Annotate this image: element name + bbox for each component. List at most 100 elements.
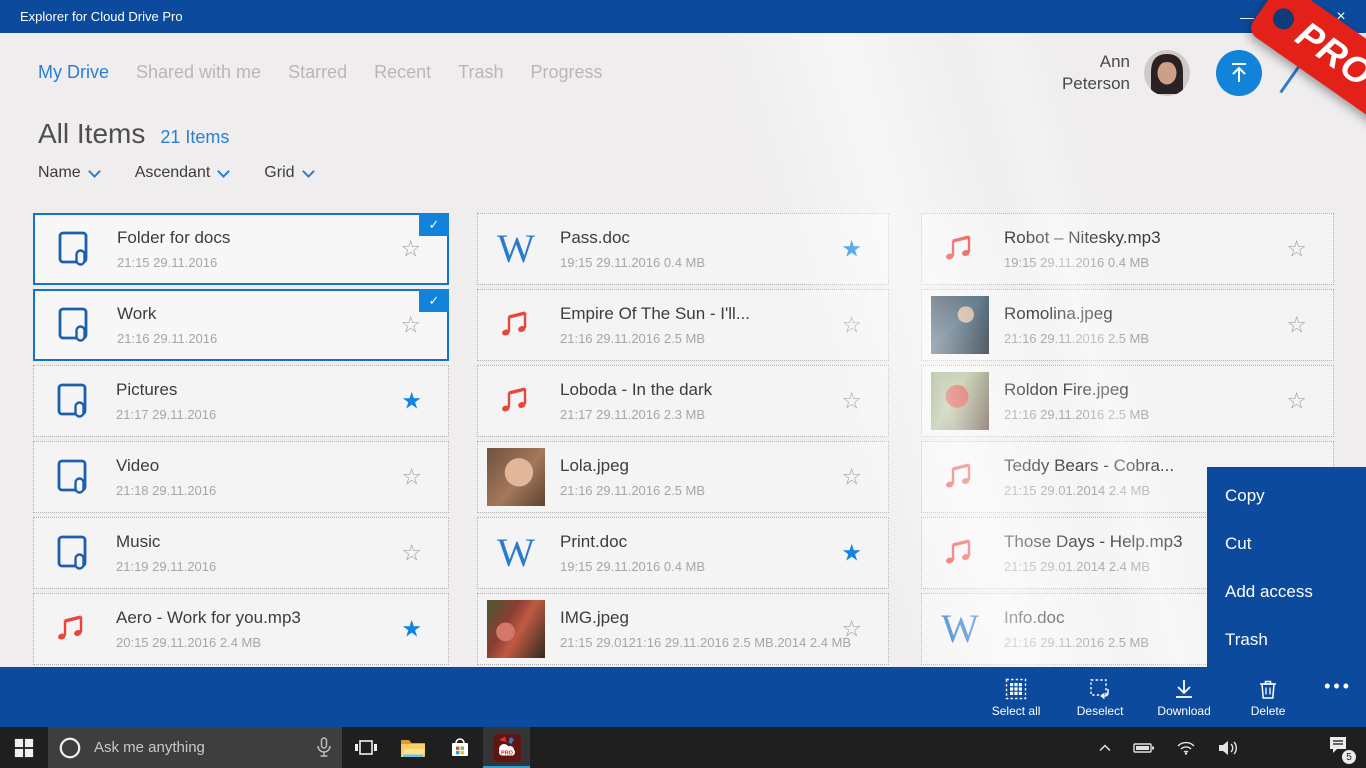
menu-item-add-access[interactable]: Add access — [1207, 568, 1366, 616]
file-name: Robot – Nitesky.mp3 — [1004, 228, 1333, 248]
star-icon[interactable]: ☆ — [1286, 314, 1307, 337]
file-explorer-button[interactable] — [389, 727, 436, 768]
star-icon[interactable]: ☆ — [400, 314, 421, 337]
menu-item-copy[interactable]: Copy — [1207, 472, 1366, 520]
more-button[interactable]: ••• — [1324, 676, 1352, 697]
battery-icon[interactable] — [1133, 740, 1155, 756]
cortana-search-box[interactable] — [48, 727, 342, 768]
word-icon: W — [931, 599, 989, 659]
photo-romolina — [931, 295, 989, 355]
file-meta: 21:15 29.11.2016 — [117, 255, 447, 270]
star-icon[interactable]: ★ — [401, 390, 422, 413]
tab-progress[interactable]: Progress — [530, 62, 602, 83]
store-button[interactable] — [436, 727, 483, 768]
folder-icon — [43, 447, 101, 507]
page-title: All Items — [38, 118, 145, 150]
delete-button[interactable]: Delete — [1238, 677, 1298, 718]
file-card[interactable]: W Pass.doc 19:15 29.11.2016 0.4 MB ★ ✓ — [477, 213, 889, 285]
volume-icon[interactable] — [1217, 739, 1239, 757]
file-meta: 19:15 29.11.2016 0.4 MB — [560, 255, 888, 270]
file-text: Music 21:19 29.11.2016 — [116, 532, 448, 574]
avatar[interactable] — [1144, 50, 1190, 96]
deselect-button[interactable]: Deselect — [1070, 677, 1130, 718]
folder-explorer-icon — [399, 736, 427, 760]
star-icon[interactable]: ★ — [401, 618, 422, 641]
star-icon[interactable]: ☆ — [841, 466, 862, 489]
file-grid: Folder for docs 21:15 29.11.2016 ☆ ✓ Wor… — [33, 213, 1334, 665]
star-icon[interactable]: ☆ — [841, 618, 862, 641]
sort-order-dropdown[interactable]: Ascendant — [135, 164, 229, 182]
menu-item-trash[interactable]: Trash — [1207, 616, 1366, 664]
file-text: Pictures 21:17 29.11.2016 — [116, 380, 448, 422]
photo-thumbnail — [931, 296, 989, 354]
photo-thumbnail — [931, 372, 989, 430]
star-icon[interactable]: ☆ — [841, 314, 862, 337]
star-icon[interactable]: ★ — [841, 238, 862, 261]
star-icon[interactable]: ☆ — [1286, 238, 1307, 261]
file-card[interactable]: Music 21:19 29.11.2016 ☆ ✓ — [33, 517, 449, 589]
view-mode-dropdown[interactable]: Grid — [264, 164, 312, 182]
file-text: Aero - Work for you.mp3 20:15 29.11.2016… — [116, 608, 448, 650]
select-all-icon — [1004, 677, 1028, 701]
file-card[interactable]: IMG.jpeg 21:15 29.0121:16 29.11.2016 2.5… — [477, 593, 889, 665]
file-name: Folder for docs — [117, 228, 447, 248]
file-text: Pass.doc 19:15 29.11.2016 0.4 MB — [560, 228, 888, 270]
tray-chevron-up-icon[interactable] — [1098, 743, 1112, 753]
file-name: Lola.jpeg — [560, 456, 888, 476]
file-card[interactable]: Pictures 21:17 29.11.2016 ★ ✓ — [33, 365, 449, 437]
file-card[interactable]: Loboda - In the dark 21:17 29.11.2016 2.… — [477, 365, 889, 437]
task-view-button[interactable] — [342, 727, 389, 768]
file-name: Pass.doc — [560, 228, 888, 248]
file-card[interactable]: Lola.jpeg 21:16 29.11.2016 2.5 MB ☆ ✓ — [477, 441, 889, 513]
tab-trash[interactable]: Trash — [458, 62, 503, 83]
music-icon — [487, 371, 545, 431]
upload-icon — [1228, 61, 1250, 85]
star-icon[interactable]: ★ — [841, 542, 862, 565]
file-card[interactable]: Romolina.jpeg 21:16 29.11.2016 2.5 MB ☆ … — [921, 289, 1334, 361]
chevron-down-icon — [217, 165, 230, 178]
start-button[interactable] — [0, 727, 48, 768]
file-card[interactable]: Video 21:18 29.11.2016 ☆ ✓ — [33, 441, 449, 513]
notification-count-badge: 5 — [1342, 750, 1356, 764]
wifi-icon[interactable] — [1176, 740, 1196, 756]
file-card[interactable]: Empire Of The Sun - I'll... 21:16 29.11.… — [477, 289, 889, 361]
select-all-button[interactable]: Select all — [986, 677, 1046, 718]
file-column: W Pass.doc 19:15 29.11.2016 0.4 MB ★ ✓ E… — [477, 213, 889, 665]
taskbar: PRO — [0, 727, 1366, 768]
file-card[interactable]: Work 21:16 29.11.2016 ☆ ✓ — [33, 289, 449, 361]
filter-row: Name Ascendant Grid — [38, 164, 313, 182]
file-meta: 21:15 29.0121:16 29.11.2016 2.5 MB.2014 … — [560, 635, 888, 650]
star-icon[interactable]: ☆ — [401, 542, 422, 565]
file-meta: 21:17 29.11.2016 2.3 MB — [560, 407, 888, 422]
tab-recent[interactable]: Recent — [374, 62, 431, 83]
microphone-icon[interactable] — [316, 737, 332, 759]
photo-thumbnail — [487, 600, 545, 658]
selected-checkmark: ✓ — [419, 213, 449, 236]
tab-starred[interactable]: Starred — [288, 62, 347, 83]
file-card[interactable]: Roldon Fire.jpeg 21:16 29.11.2016 2.5 MB… — [921, 365, 1334, 437]
file-meta: 21:16 29.11.2016 2.5 MB — [1004, 407, 1333, 422]
cloud-drive-app-button[interactable]: PRO — [483, 727, 530, 768]
file-card[interactable]: Robot – Nitesky.mp3 19:15 29.11.2016 0.4… — [921, 213, 1334, 285]
file-meta: 19:15 29.11.2016 0.4 MB — [560, 559, 888, 574]
photo-img — [487, 599, 545, 659]
star-icon[interactable]: ☆ — [400, 238, 421, 261]
download-button[interactable]: Download — [1154, 677, 1214, 718]
star-icon[interactable]: ☆ — [841, 390, 862, 413]
notification-center-button[interactable]: 5 — [1328, 735, 1350, 760]
tab-my-drive[interactable]: My Drive — [38, 62, 109, 83]
chevron-down-icon — [302, 165, 315, 178]
file-card[interactable]: Folder for docs 21:15 29.11.2016 ☆ ✓ — [33, 213, 449, 285]
folder-icon — [43, 523, 101, 583]
file-card[interactable]: Aero - Work for you.mp3 20:15 29.11.2016… — [33, 593, 449, 665]
sort-field-dropdown[interactable]: Name — [38, 164, 99, 182]
star-icon[interactable]: ☆ — [1286, 390, 1307, 413]
tab-shared-with-me[interactable]: Shared with me — [136, 62, 261, 83]
search-input[interactable] — [92, 738, 306, 757]
file-card[interactable]: W Print.doc 19:15 29.11.2016 0.4 MB ★ ✓ — [477, 517, 889, 589]
user-name: Ann Peterson — [1040, 51, 1130, 95]
file-name: Romolina.jpeg — [1004, 304, 1333, 324]
menu-item-cut[interactable]: Cut — [1207, 520, 1366, 568]
upload-button[interactable] — [1216, 50, 1262, 96]
star-icon[interactable]: ☆ — [401, 466, 422, 489]
